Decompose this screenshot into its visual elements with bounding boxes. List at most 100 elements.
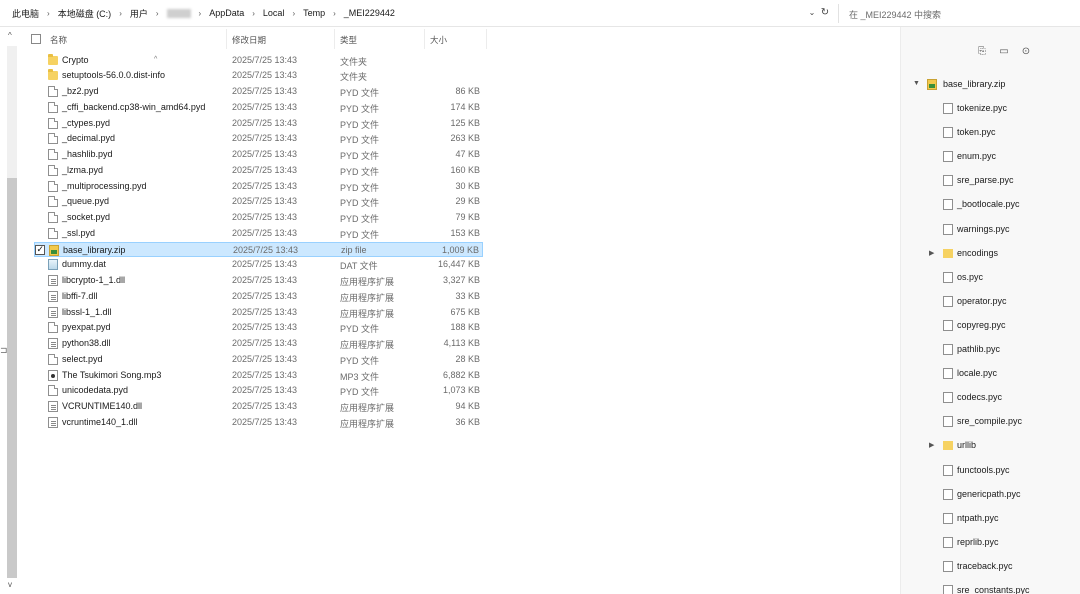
file-size: 188 KB (450, 322, 480, 333)
chevron-right-icon[interactable]: › (333, 9, 336, 18)
chevron-right-icon[interactable]: › (252, 9, 255, 18)
scrollbar-thumb[interactable] (7, 178, 17, 578)
refresh-icon[interactable]: ↻ (819, 6, 831, 20)
tree-item-label: copyreg.pyc (957, 319, 1006, 330)
column-divider[interactable] (486, 29, 487, 49)
column-header-size[interactable]: 大小 (430, 34, 447, 46)
file-row[interactable]: select.pyd 2025/7/25 13:43 PYD 文件 28 KB (34, 352, 483, 368)
breadcrumb-this-pc[interactable]: 此电脑 (12, 7, 39, 20)
file-row[interactable]: _bz2.pyd 2025/7/25 13:43 PYD 文件 86 KB (34, 84, 483, 100)
chevron-right-icon[interactable]: › (47, 9, 50, 18)
chevron-up-icon[interactable]: ^ (8, 31, 12, 40)
file-name: Crypto (62, 54, 89, 65)
search-input[interactable]: 在 _MEI229442 中搜索 (838, 4, 1080, 23)
breadcrumb[interactable]: 此电脑 › 本地磁盘 (C:) › 用户 › › AppData › Local › Te… (12, 6, 395, 20)
file-row[interactable]: _decimal.pyd 2025/7/25 13:43 PYD 文件 263 KB (34, 131, 483, 147)
file-row[interactable]: _ctypes.pyd 2025/7/25 13:43 PYD 文件 125 KB (34, 116, 483, 132)
breadcrumb-current-folder[interactable]: _MEI229442 (344, 8, 395, 18)
chevron-down-icon[interactable]: ▼ (913, 80, 920, 87)
file-name: base_library.zip (63, 244, 126, 255)
breadcrumb-users[interactable]: 用户 (130, 7, 148, 20)
file-row[interactable]: _ssl.pyd 2025/7/25 13:43 PYD 文件 153 KB (34, 226, 483, 242)
file-row[interactable]: VCRUNTIME140.dll 2025/7/25 13:43 应用程序扩展 94 … (34, 399, 483, 415)
tree-item-label: sre_constants.pyc (957, 585, 1030, 594)
column-divider[interactable] (424, 29, 425, 49)
more-icon[interactable]: ⊙ (1019, 45, 1033, 59)
file-row[interactable]: libcrypto-1_1.dll 2025/7/25 13:43 应用程序扩展 3,… (34, 273, 483, 289)
column-header-name[interactable]: 名称 (50, 34, 67, 46)
file-date: 2025/7/25 13:43 (232, 322, 298, 333)
file-size: 16,447 KB (437, 259, 480, 270)
file-row[interactable]: _hashlib.pyd 2025/7/25 13:43 PYD 文件 47 KB (34, 147, 483, 163)
copy-icon[interactable]: ⎘ (975, 45, 989, 59)
file-date: 2025/7/25 13:43 (232, 101, 298, 112)
tree-item-label: ntpath.pyc (957, 512, 999, 523)
file-name: unicodedata.pyd (62, 385, 129, 396)
file-row[interactable]: _multiprocessing.pyd 2025/7/25 13:43 PYD 文… (34, 179, 483, 195)
chevron-right-icon[interactable]: ▶ (929, 249, 934, 257)
file-date: 2025/7/25 13:43 (232, 353, 298, 364)
file-row[interactable]: python38.dll 2025/7/25 13:43 应用程序扩展 4,113 K… (34, 336, 483, 352)
chevron-right-icon[interactable]: › (199, 9, 202, 18)
file-date: 2025/7/25 13:43 (232, 259, 298, 270)
tree-item-label: sre_parse.pyc (957, 175, 1014, 186)
column-header-date[interactable]: 修改日期 (232, 34, 266, 46)
breadcrumb-local[interactable]: Local (263, 8, 285, 18)
breadcrumb-user-redacted[interactable] (166, 8, 191, 18)
file-icon (943, 127, 953, 139)
column-header-row: 名称 修改日期 类型 大小 (28, 29, 488, 49)
chevron-right-icon[interactable]: › (156, 9, 159, 18)
folder-icon[interactable]: ▭ (997, 45, 1011, 59)
file-size: 36 KB (455, 416, 480, 427)
tree-item-label: functools.pyc (957, 464, 1010, 475)
file-icon (48, 164, 58, 176)
chevron-down-icon[interactable]: v (8, 580, 12, 589)
file-size: 263 KB (450, 133, 480, 144)
file-date: 2025/7/25 13:43 (232, 306, 298, 317)
file-row[interactable]: setuptools-56.0.0.dist-info 2025/7/25 13:… (34, 68, 483, 84)
file-type: PYD 文件 (340, 182, 380, 193)
chevron-right-icon[interactable]: › (292, 9, 295, 18)
file-row[interactable]: vcruntime140_1.dll 2025/7/25 13:43 应用程序扩展 3… (34, 415, 483, 431)
column-header-type[interactable]: 类型 (340, 34, 357, 46)
file-row[interactable]: libffi-7.dll 2025/7/25 13:43 应用程序扩展 33 KB (34, 289, 483, 305)
file-row[interactable]: _cffi_backend.cp38-win_amd64.pyd 2025/7/2… (34, 100, 483, 116)
row-checkbox[interactable] (35, 244, 45, 255)
folder-icon (48, 69, 58, 81)
file-row[interactable]: _queue.pyd 2025/7/25 13:43 PYD 文件 29 KB (34, 194, 483, 210)
file-row[interactable]: _lzma.pyd 2025/7/25 13:43 PYD 文件 160 KB (34, 163, 483, 179)
tree-item-label: operator.pyc (957, 295, 1007, 306)
column-divider[interactable] (334, 29, 335, 49)
select-all-checkbox[interactable] (31, 34, 41, 44)
breadcrumb-appdata[interactable]: AppData (209, 8, 244, 18)
chevron-down-icon[interactable]: ⌄ (806, 7, 818, 19)
file-name: select.pyd (62, 353, 103, 364)
file-size: 1,009 KB (441, 244, 479, 255)
file-name: libffi-7.dll (62, 290, 98, 301)
file-row[interactable]: The Tsukimori Song.mp3 2025/7/25 13:43 MP3… (34, 368, 483, 384)
folder-icon (943, 248, 953, 258)
file-name: _hashlib.pyd (62, 149, 113, 159)
search-placeholder: 在 _MEI229442 中搜索 (849, 10, 942, 20)
chevron-right-icon[interactable]: › (119, 9, 122, 18)
tree-item-label: traceback.pyc (957, 560, 1013, 571)
file-row[interactable]: libssl-1_1.dll 2025/7/25 13:43 应用程序扩展 675 K… (34, 305, 483, 321)
tree-item-label: reprlib.pyc (957, 536, 999, 547)
chevron-right-icon[interactable]: ▶ (929, 441, 934, 449)
breadcrumb-temp[interactable]: Temp (303, 8, 325, 18)
file-row[interactable]: _socket.pyd 2025/7/25 13:43 PYD 文件 79 KB (34, 210, 483, 226)
file-name: setuptools-56.0.0.dist-info (62, 70, 166, 81)
file-icon (943, 585, 953, 594)
file-row[interactable]: unicodedata.pyd 2025/7/25 13:43 PYD 文件 1,07… (34, 383, 483, 399)
file-icon (48, 117, 58, 129)
file-size: 30 KB (455, 180, 480, 191)
file-name: vcruntime140_1.dll (62, 416, 138, 427)
file-row[interactable]: dummy.dat 2025/7/25 13:43 DAT 文件 16,447 KB (34, 257, 483, 273)
breadcrumb-drive-c[interactable]: 本地磁盘 (C:) (58, 7, 112, 20)
file-icon (48, 149, 58, 160)
file-row[interactable]: Crypto 2025/7/25 13:43 文件夹 (34, 53, 483, 69)
file-row[interactable]: pyexpat.pyd 2025/7/25 13:43 PYD 文件 188 KB (34, 320, 483, 336)
file-type: 文件夹 (340, 72, 368, 83)
file-row[interactable]: base_library.zip 2025/7/25 13:43 zip file 1… (34, 241, 483, 258)
column-divider[interactable] (226, 29, 227, 49)
